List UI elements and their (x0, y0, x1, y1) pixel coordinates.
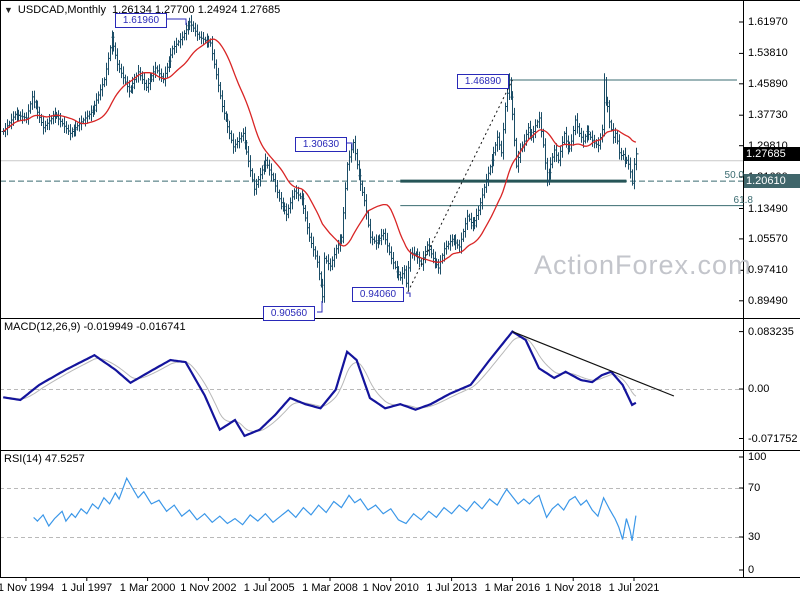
time-axis-label: 1 Jul 2013 (426, 582, 477, 594)
time-axis-label: 1 Nov 2002 (180, 582, 237, 594)
time-axis-label: 1 Mar 2016 (484, 582, 541, 594)
rsi-axis-label: 70 (748, 482, 761, 494)
macd-panel-label: MACD(12,26,9) -0.019949 -0.016741 (4, 321, 186, 333)
time-axis-label: 1 Nov 2010 (362, 582, 419, 594)
chart-root: ▼ USDCAD,Monthly 1.26134 1.27700 1.24924… (0, 0, 800, 600)
rsi-axis-label: 0 (748, 564, 755, 576)
time-axis-label: 1 Jul 2021 (608, 582, 660, 594)
price-axis-label: 1.45890 (748, 77, 788, 90)
swing-label: 0.94060 (352, 287, 404, 302)
macd-axis-label: 0.083235 (748, 325, 794, 338)
rsi-panel-label: RSI(14) 47.5257 (4, 453, 85, 465)
time-axis-label: 1 Nov 2018 (545, 582, 602, 594)
macd-axis-label: 0.00 (748, 383, 770, 395)
price-axis-label: 1.61970 (748, 16, 788, 28)
time-axis-label: 1 Jul 2005 (243, 582, 295, 594)
price-tag: 1.20610 (744, 174, 800, 189)
fib-label-50: 50.0 (724, 170, 744, 182)
time-axis-label: 1 Mar 2008 (302, 582, 358, 594)
swing-label: 0.90560 (263, 306, 315, 321)
swing-label: 1.30630 (295, 137, 347, 152)
time-axis-label: 1 Mar 2000 (119, 582, 176, 594)
price-axis-label: 1.53810 (748, 47, 788, 60)
rsi-axis-label: 100 (748, 451, 767, 463)
price-axis-label: 0.97410 (748, 264, 788, 277)
price-axis-label: 0.89490 (748, 294, 788, 307)
price-axis-label: 1.37730 (748, 109, 788, 122)
labels-layer: 1.619701.538101.458901.377301.298101.216… (0, 0, 800, 600)
rsi-axis-label: 30 (748, 531, 761, 543)
swing-label: 1.46890 (457, 74, 509, 89)
price-axis-label: 1.13490 (748, 202, 788, 215)
time-axis-label: 1 Jul 1997 (61, 582, 113, 594)
symbol-title: USDCAD,Monthly 1.26134 1.27700 1.24924 1… (17, 4, 281, 16)
chevron-down-icon[interactable]: ▼ (4, 5, 13, 15)
macd-axis-label: -0.071752 (748, 432, 798, 445)
time-axis-label: 1 Nov 1994 (0, 582, 55, 594)
fib-label-618: 61.8 (733, 194, 753, 206)
price-tag: 1.27685 (744, 146, 800, 161)
title-bar: ▼ USDCAD,Monthly 1.26134 1.27700 1.24924… (4, 4, 280, 16)
price-axis-label: 1.05570 (748, 232, 788, 245)
